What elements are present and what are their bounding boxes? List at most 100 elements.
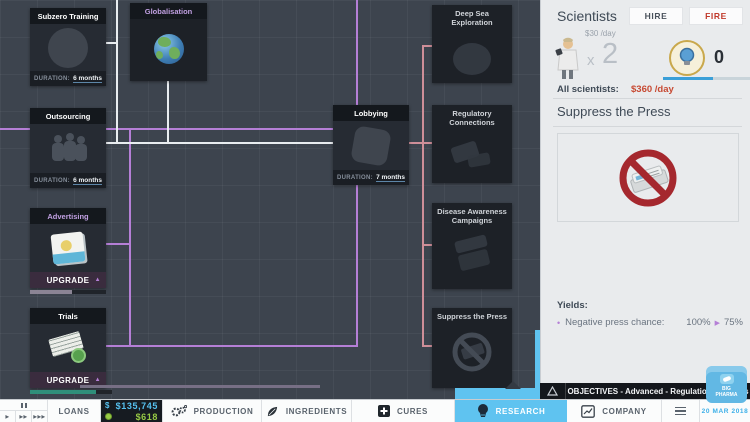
income-value: $618 (136, 412, 158, 422)
fire-button[interactable]: FIRE (689, 7, 743, 25)
upgrade-arrow-icon: ▲ (95, 377, 101, 383)
selection-notch (505, 381, 521, 389)
advertising-progress-bar (30, 290, 106, 294)
yield-from: 100% (686, 317, 710, 328)
research-node-globalisation[interactable]: Globalisation (130, 3, 207, 81)
game-screen: Subzero Training DURATION: 6 months Glob… (0, 0, 750, 422)
warning-icon (540, 383, 566, 399)
tab-label: COMPANY (602, 407, 647, 416)
scientist-icon (553, 36, 581, 87)
cash-row: $ $135,745 (101, 400, 162, 411)
node-icon-area (432, 31, 512, 87)
connector-line (422, 45, 424, 347)
megaphone-icon (449, 238, 495, 272)
scientists-panel: Scientists HIRE FIRE $30 /day x 2 0 All … (540, 0, 750, 383)
duration-value: 7 months (376, 174, 405, 182)
connector-line (422, 345, 432, 347)
connector-line (105, 142, 333, 144)
connector-line (105, 42, 118, 44)
research-node-outsourcing[interactable]: Outsourcing DURATION: 6 months (30, 108, 106, 188)
research-node-trials[interactable]: Trials UPGRADE ▲ (30, 308, 106, 388)
divider (553, 126, 742, 127)
node-footer: DURATION: 6 months (30, 71, 106, 86)
pause-button[interactable] (0, 400, 47, 411)
yield-row: • Negative press chance: 100% ▶ 75% (557, 317, 743, 328)
detail-icon-box (557, 133, 739, 222)
arrow-right-icon: ▶ (715, 319, 720, 327)
tab-ingredients[interactable]: INGREDIENTS (262, 400, 352, 422)
node-icon-area (432, 324, 512, 380)
bullet-icon: • (557, 318, 560, 328)
duration-value: 6 months (73, 177, 102, 185)
multiplier-x: x (587, 52, 595, 69)
game-date: 20 MAR 2018 (700, 400, 750, 422)
hire-button[interactable]: HIRE (629, 7, 683, 25)
tab-production[interactable]: PRODUCTION (163, 400, 262, 422)
speed-3-button[interactable]: ▶▶▶ (32, 411, 47, 422)
menu-button[interactable] (662, 400, 700, 422)
logo-line2: PHARMA (716, 392, 738, 398)
pill-cube-icon (718, 372, 736, 386)
connector-line (116, 0, 118, 144)
node-title: Deep Sea Exploration (432, 5, 512, 31)
research-node-disease-awareness-campaigns[interactable]: Disease Awareness Campaigns (432, 203, 512, 289)
sea-mine-icon (453, 43, 491, 75)
dollar-icon: $ (105, 401, 110, 410)
research-node-lobbying[interactable]: Lobbying DURATION: 7 months (333, 105, 409, 185)
advertising-icon (51, 232, 86, 265)
trials-progress-bar (30, 390, 112, 394)
tab-cures[interactable]: CURES (352, 400, 455, 422)
tab-research[interactable]: RESEARCH (455, 400, 567, 422)
trials-icon (48, 333, 88, 363)
node-title: Advertising (30, 208, 106, 224)
tab-company[interactable]: COMPANY (567, 400, 662, 422)
big-pharma-logo: BIG PHARMA (706, 366, 747, 403)
gears-icon (171, 405, 187, 417)
tab-label: CURES (397, 407, 428, 416)
duration-label: DURATION: (34, 76, 70, 82)
node-icon-area (432, 229, 512, 281)
node-icon-area (130, 19, 207, 79)
tab-label: RESEARCH (496, 407, 546, 416)
node-icon-area (30, 324, 106, 372)
node-icon-area (30, 24, 106, 71)
research-node-deep-sea-exploration[interactable]: Deep Sea Exploration (432, 5, 512, 83)
subzero-icon (48, 28, 88, 68)
upgrade-button[interactable]: UPGRADE ▲ (30, 272, 106, 288)
speed-2-button[interactable]: ▶▶ (16, 411, 32, 422)
research-tree[interactable]: Subzero Training DURATION: 6 months Glob… (0, 0, 540, 399)
tab-label: PRODUCTION (194, 407, 254, 416)
connector-line (422, 244, 432, 246)
leaf-icon (266, 405, 279, 418)
node-title: Regulatory Connections (432, 105, 512, 131)
node-title: Subzero Training (30, 8, 106, 24)
connector-line (105, 243, 131, 245)
pause-icon (21, 403, 23, 408)
yield-to: 75% (724, 317, 743, 328)
connector-line (167, 80, 169, 144)
research-node-advertising[interactable]: Advertising UPGRADE ▲ (30, 208, 106, 288)
lightbulb-icon (477, 403, 489, 419)
chart-icon (581, 405, 595, 418)
globe-icon (154, 34, 184, 64)
speed-1-button[interactable]: ▶ (0, 411, 16, 422)
income-row: $618 (101, 411, 162, 422)
no-press-large-icon (615, 145, 681, 211)
divider (553, 98, 742, 99)
duration-value: 6 months (73, 75, 102, 83)
node-title: Globalisation (130, 3, 207, 19)
loans-button[interactable]: LOANS (48, 400, 101, 422)
node-footer: DURATION: 6 months (30, 173, 106, 188)
upgrade-arrow-icon: ▲ (95, 277, 101, 283)
tree-scrollbar[interactable] (80, 385, 320, 388)
research-node-suppress-the-press[interactable]: Suppress the Press (432, 308, 512, 388)
node-icon-area (432, 131, 512, 183)
pause-icon (25, 403, 27, 408)
research-node-regulatory-connections[interactable]: Regulatory Connections (432, 105, 512, 183)
connector-line (105, 345, 357, 347)
research-node-subzero-training[interactable]: Subzero Training DURATION: 6 months (30, 8, 106, 86)
node-icon-area (30, 224, 106, 272)
research-point-icon (669, 40, 705, 76)
yield-name: Negative press chance: (565, 317, 664, 328)
coin-icon (71, 348, 86, 363)
